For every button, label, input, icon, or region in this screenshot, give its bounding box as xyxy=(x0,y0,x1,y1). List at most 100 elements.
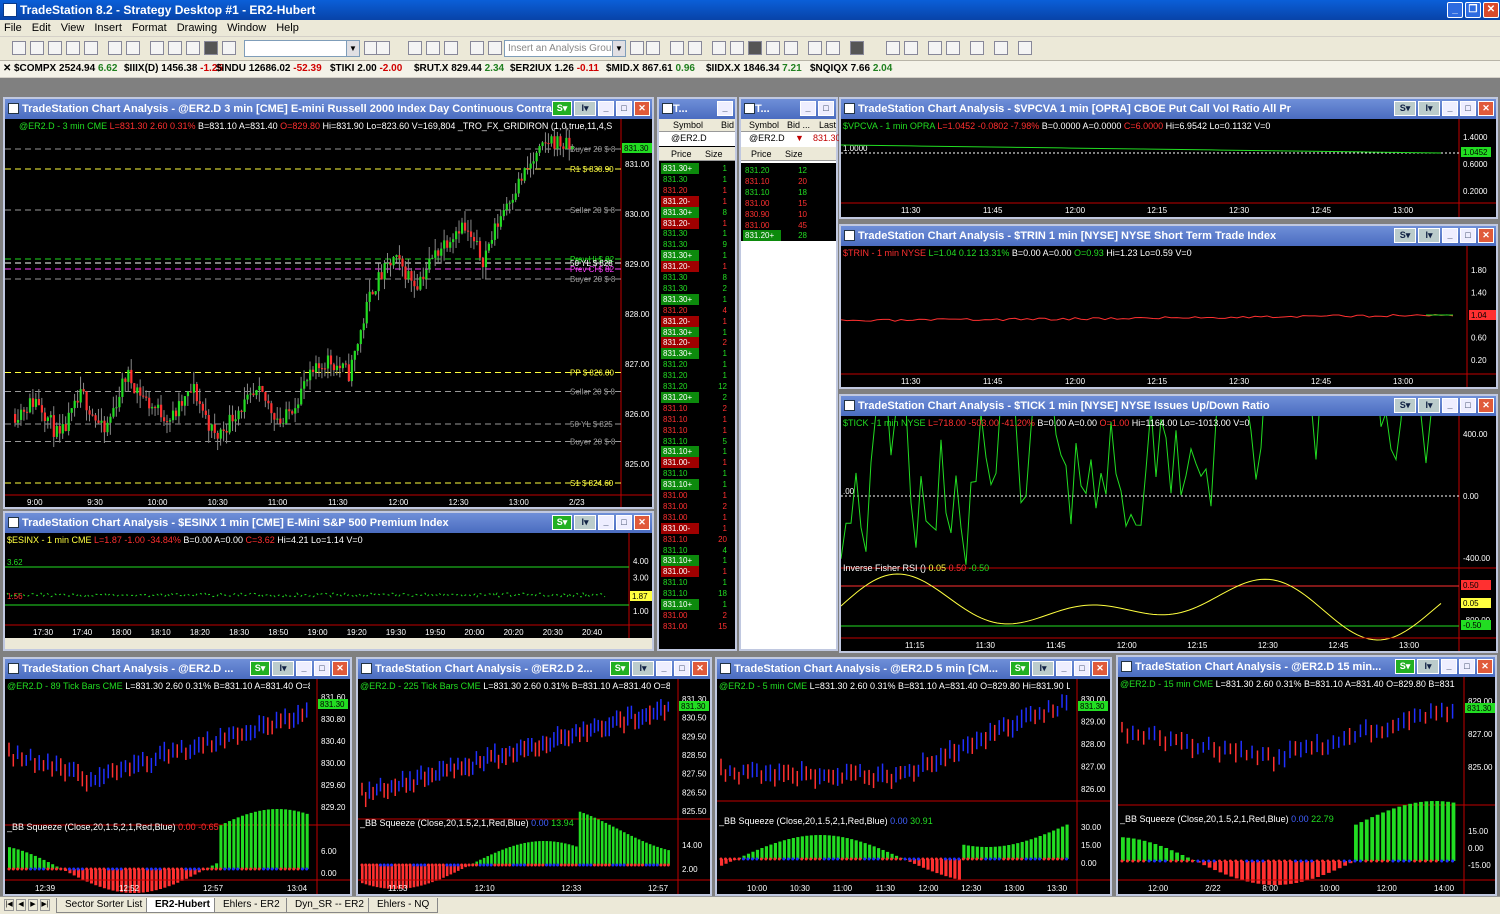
matrix1-price-cell[interactable]: 831.00 xyxy=(661,610,699,621)
maximize-window-button[interactable]: □ xyxy=(616,101,632,116)
vpcva-chart-body[interactable]: 1.4000 0.6000 0.2000 1.0000 1.0452 11:30 11:45… xyxy=(841,119,1496,217)
matrix2-col-price[interactable]: Price xyxy=(751,148,772,160)
b2-chart-window[interactable]: TradeStation Chart Analysis - @ER2.D 2..… xyxy=(356,657,712,896)
esinx-chart-body[interactable]: 4.003.002.001.003.621.561.8717:3017:4018… xyxy=(5,533,652,649)
strategy-button[interactable]: S▾ xyxy=(1394,228,1416,243)
matrix1-col-bid[interactable]: Bid xyxy=(721,119,734,131)
chevron-down-icon[interactable]: ▼ xyxy=(612,41,625,56)
matrix1-col-size[interactable]: Size xyxy=(705,148,723,160)
minimize-window-button[interactable]: _ xyxy=(598,515,614,530)
ticker-item[interactable]: $INDU 12686.02 -52.39 xyxy=(216,61,322,77)
matrix1-price-cell[interactable]: 831.30+ xyxy=(661,293,699,305)
analysis-group-combo[interactable]: Insert an Analysis Group ▼ xyxy=(504,40,626,57)
matrix1-price-cell[interactable]: 831.10+ xyxy=(661,599,699,610)
matrix1-price-cell[interactable]: 831.00 xyxy=(661,501,699,512)
indicator-button[interactable]: I▾ xyxy=(574,515,596,530)
indicator-button[interactable]: I▾ xyxy=(1418,101,1440,116)
save-all-icon[interactable] xyxy=(66,41,80,55)
esinx-chart-window[interactable]: TradeStation Chart Analysis - $ESINX 1 m… xyxy=(3,511,654,651)
matrix1-price-cell[interactable]: 831.10 xyxy=(661,577,699,588)
maximize-window-button[interactable]: □ xyxy=(674,661,690,676)
minimize-window-button[interactable]: _ xyxy=(1056,661,1072,676)
chart-icon[interactable] xyxy=(748,41,762,55)
strategy-button[interactable]: S▾ xyxy=(1394,101,1416,116)
b4-chart-body[interactable]: 829.00 827.00 825.00 15.00 0.00 -15.00 831.30 1… xyxy=(1118,677,1495,894)
matrix1-body[interactable]: Symbol Bid @ER2.D Price Size 831.30+ 1 831.30 1 8… xyxy=(659,119,735,649)
matrix1-price-cell[interactable]: 831.10 xyxy=(661,403,699,414)
cut-icon[interactable] xyxy=(150,41,164,55)
matrix1-price-cell[interactable]: 831.10 xyxy=(661,436,699,447)
restore-button[interactable]: ❐ xyxy=(1465,2,1481,18)
main-chart-titlebar[interactable]: TradeStation Chart Analysis - @ER2.D 3 m… xyxy=(5,99,652,119)
bars-icon[interactable] xyxy=(784,41,798,55)
ticker-item[interactable]: $MID.X 867.61 0.96 xyxy=(606,61,695,77)
order-bar-icon[interactable] xyxy=(994,41,1008,55)
pointer-icon[interactable] xyxy=(928,41,942,55)
matrix1-price-cell[interactable]: 831.30+ xyxy=(661,163,699,174)
maximize-window-button[interactable]: □ xyxy=(1459,659,1475,674)
close-window-button[interactable]: ✕ xyxy=(1092,661,1108,676)
matrix1-price-cell[interactable]: 831.10 xyxy=(661,468,699,479)
new-icon[interactable] xyxy=(12,41,26,55)
matrix1-price-cell[interactable]: 831.00 xyxy=(661,512,699,523)
matrix-window-2[interactable]: T... _ □ Symbol Bid ... Last @ER2.D ▼ 831.30 Pr… xyxy=(739,97,841,651)
maximize-window-button[interactable]: □ xyxy=(314,661,330,676)
ticker-item[interactable]: $RUT.X 829.44 2.34 xyxy=(414,61,504,77)
matrix2-col-bid[interactable]: Bid ... xyxy=(787,119,810,131)
matrix2-col-last[interactable]: Last xyxy=(819,119,836,131)
matrix1-price-cell[interactable]: 831.10+ xyxy=(661,555,699,567)
maximize-window-button[interactable]: □ xyxy=(1460,398,1476,413)
matrix1-titlebar[interactable]: T... _ xyxy=(659,99,735,119)
matrix1-price-cell[interactable]: 831.30 xyxy=(661,272,699,283)
matrix1-price-cell[interactable]: 831.20 xyxy=(661,185,699,196)
matrix1-price-cell[interactable]: 831.20- xyxy=(661,337,699,349)
minimize-window-button[interactable]: _ xyxy=(800,101,816,116)
matrix2-col-symbol[interactable]: Symbol xyxy=(749,119,779,131)
window-grid-icon[interactable] xyxy=(444,41,458,55)
matrix2-price-cell[interactable]: 831.10 xyxy=(743,176,781,187)
maximize-window-button[interactable]: □ xyxy=(1460,101,1476,116)
matrix1-symbol[interactable]: @ER2.D xyxy=(659,132,735,146)
indicator-button[interactable]: I▾ xyxy=(574,101,596,116)
maximize-window-button[interactable]: □ xyxy=(1074,661,1090,676)
find-icon[interactable] xyxy=(376,41,390,55)
ticker-item[interactable]: $ER2IUX 1.26 -0.11 xyxy=(510,61,599,77)
ticker-item[interactable]: $IIDX.X 1846.34 7.21 xyxy=(706,61,802,77)
minimize-window-button[interactable]: _ xyxy=(598,101,614,116)
paste-icon[interactable] xyxy=(186,41,200,55)
ticker-item[interactable]: $TIKI 2.00 -2.00 xyxy=(330,61,402,77)
menu-drawing[interactable]: Drawing xyxy=(173,20,223,35)
close-window-button[interactable]: ✕ xyxy=(1477,659,1493,674)
matrix1-price-cell[interactable]: 831.30+ xyxy=(661,250,699,262)
matrix1-price-cell[interactable]: 831.00 xyxy=(661,490,699,501)
close-button[interactable]: ✕ xyxy=(1483,2,1499,18)
matrix1-price-cell[interactable]: 831.20+ xyxy=(661,391,699,403)
properties-icon[interactable] xyxy=(222,41,236,55)
close-ticker-icon[interactable]: ✕ xyxy=(3,61,11,77)
indicator-icon[interactable] xyxy=(670,41,684,55)
tick-chart-body[interactable]: 800.00400.000.00-400.00-800.00.00718.000… xyxy=(841,416,1496,651)
main-chart-window[interactable]: TradeStation Chart Analysis - @ER2.D 3 m… xyxy=(3,97,654,509)
b3-chart-window[interactable]: TradeStation Chart Analysis - @ER2.D 5 m… xyxy=(715,657,1112,896)
zoom-x-icon[interactable] xyxy=(808,41,822,55)
matrix2-price-cell[interactable]: 831.20 xyxy=(743,165,781,176)
minimize-window-button[interactable]: _ xyxy=(1442,101,1458,116)
menu-file[interactable]: File xyxy=(0,20,28,35)
folder-icon[interactable] xyxy=(84,41,98,55)
indicator-button[interactable]: I▾ xyxy=(632,661,654,676)
indicator-button[interactable]: I▾ xyxy=(1417,659,1439,674)
tab-last-icon[interactable]: ▶| xyxy=(40,899,50,911)
tab-dyn-sr-er2[interactable]: Dyn_SR -- ER2 xyxy=(286,898,373,913)
tick-chart-window[interactable]: TradeStation Chart Analysis - $TICK 1 mi… xyxy=(839,394,1498,653)
matrix1-price-cell[interactable]: 831.20- xyxy=(661,261,699,273)
matrix2-price-cell[interactable]: 831.10 xyxy=(743,187,781,198)
matrix1-price-cell[interactable]: 831.00 xyxy=(661,621,699,632)
trin-chart-window[interactable]: TradeStation Chart Analysis - $TRIN 1 mi… xyxy=(839,224,1498,389)
minimize-window-button[interactable]: _ xyxy=(656,661,672,676)
matrix2-price-cell[interactable]: 831.00 xyxy=(743,220,781,231)
tools-icon[interactable] xyxy=(970,41,984,55)
bar-type-icon[interactable] xyxy=(488,41,502,55)
b1-chart-body[interactable]: 831.60 830.80 830.40 830.00 829.60 829.20 6.00… xyxy=(5,679,350,894)
format-group-icon[interactable] xyxy=(646,41,660,55)
menu-insert[interactable]: Insert xyxy=(90,20,128,35)
